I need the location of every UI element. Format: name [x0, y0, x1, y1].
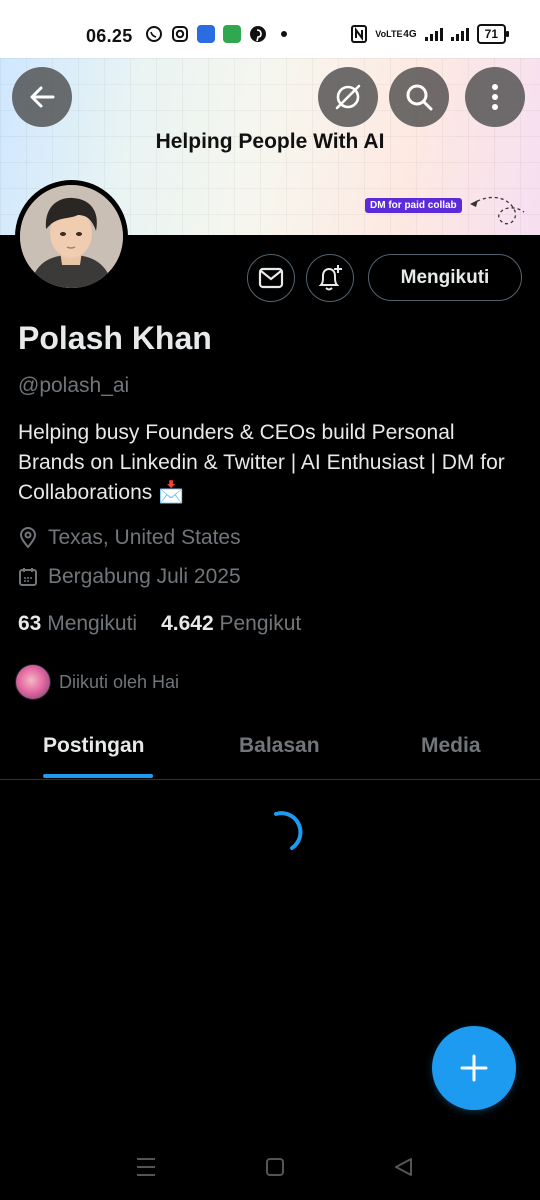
home-square-icon[interactable]	[265, 1156, 285, 1178]
signal-icon-2	[450, 27, 469, 41]
more-notifications-dot	[281, 31, 287, 37]
more-options-button[interactable]	[465, 67, 525, 127]
tab-posts[interactable]: Postingan	[43, 734, 145, 758]
notify-button[interactable]	[306, 254, 354, 302]
status-time: 06.25	[86, 26, 133, 46]
followed-by-row[interactable]: Diikuti oleh Hai	[15, 664, 179, 700]
arrow-left-icon	[30, 86, 55, 108]
profile-tabs: Postingan Balasan Media	[0, 718, 540, 780]
nfc-icon	[351, 25, 368, 43]
network-type-label: 4G	[403, 28, 417, 40]
profile-bio: Helping busy Founders & CEOs build Perso…	[18, 421, 505, 504]
system-indicators: VoLTE 4G 71	[351, 24, 510, 44]
location-pin-icon	[19, 527, 37, 549]
status-bar: 06.25 VoLTE 4G 71	[0, 0, 540, 58]
notification-icons	[145, 25, 287, 43]
envelope-icon	[258, 267, 284, 289]
search-button[interactable]	[389, 67, 449, 127]
signal-icon	[424, 27, 443, 41]
follow-stats: 63 Mengikuti 4.642 Pengikut	[18, 612, 301, 636]
followers-stat[interactable]: 4.642 Pengikut	[161, 612, 301, 636]
grok-button[interactable]	[318, 67, 378, 127]
back-triangle-icon[interactable]	[393, 1156, 413, 1178]
avatar-illustration	[20, 185, 123, 288]
whatsapp-icon	[146, 26, 162, 42]
tab-replies[interactable]: Balasan	[239, 734, 320, 758]
back-button[interactable]	[12, 67, 72, 127]
volte-label: VoLTE	[375, 28, 403, 39]
battery-indicator: 71	[476, 24, 510, 44]
calendar-icon	[19, 568, 37, 586]
following-button[interactable]: Mengikuti	[368, 254, 522, 301]
joined-text: Bergabung Juli 2025	[48, 565, 241, 588]
following-count: 63	[18, 612, 42, 635]
followers-label: Pengikut	[219, 612, 302, 635]
instagram-icon	[172, 26, 188, 42]
followers-count: 4.642	[161, 612, 214, 635]
profile-joined: Bergabung Juli 2025	[18, 565, 241, 589]
profile-name: Polash Khan	[18, 320, 212, 356]
following-stat[interactable]: 63 Mengikuti	[18, 612, 137, 636]
app-icon-green	[223, 25, 241, 43]
system-navigation-bar	[0, 1140, 540, 1200]
menu-icon[interactable]	[136, 1156, 156, 1178]
avatar-image	[20, 185, 123, 288]
compose-post-button[interactable]	[432, 1026, 516, 1110]
bell-plus-icon	[318, 265, 342, 291]
active-tab-indicator	[43, 774, 153, 778]
app-icon-blue	[197, 25, 215, 43]
banner-squiggle-decoration	[470, 196, 525, 225]
banner-title: Helping People With AI	[155, 130, 385, 153]
plus-icon	[460, 1054, 488, 1082]
search-icon	[406, 84, 433, 111]
followed-by-text: Diikuti oleh Hai	[59, 671, 180, 692]
profile-avatar[interactable]	[15, 180, 128, 293]
following-label: Mengikuti	[47, 612, 138, 635]
profile-handle: @polash_ai	[18, 374, 130, 397]
profile-location: Texas, United States	[18, 526, 241, 550]
more-vertical-icon	[492, 84, 498, 110]
location-text: Texas, United States	[48, 526, 241, 549]
banner-tag: DM for paid collab	[365, 198, 462, 213]
grok-icon	[335, 84, 361, 110]
tab-media[interactable]: Media	[421, 734, 481, 758]
loading-spinner-icon	[274, 811, 303, 850]
follower-avatar	[15, 664, 51, 700]
pinterest-icon	[250, 26, 266, 42]
message-button[interactable]	[247, 254, 295, 302]
